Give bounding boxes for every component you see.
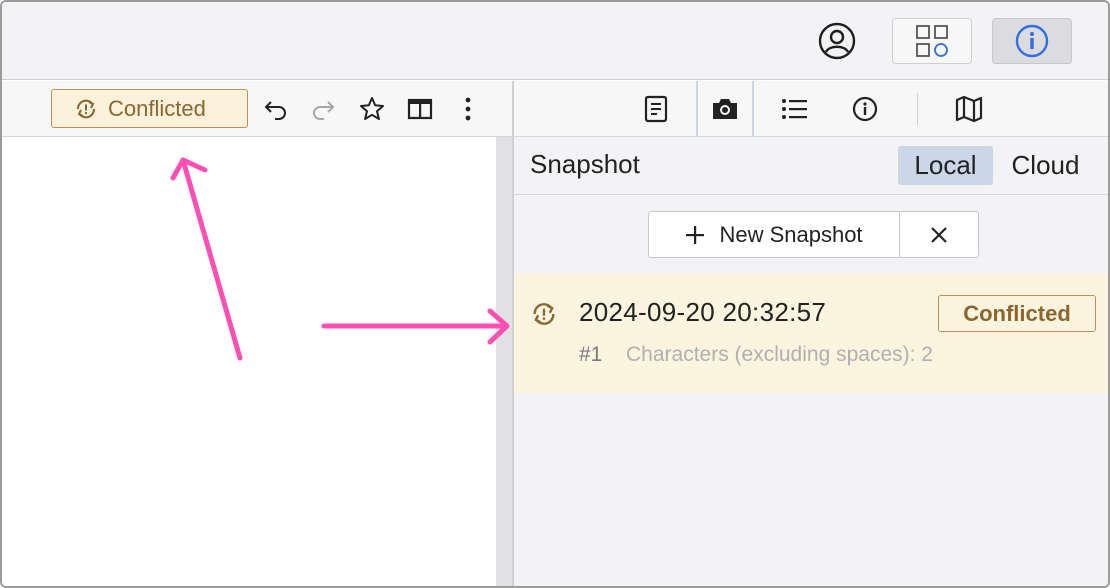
info-icon — [852, 96, 878, 122]
apps-button[interactable] — [892, 18, 972, 64]
split-view-button[interactable] — [402, 91, 438, 127]
redo-button[interactable] — [305, 91, 341, 127]
plus-icon — [686, 225, 705, 244]
snapshot-list-item[interactable]: 2024-09-20 20:32:57 Conflicted #1 Charac… — [514, 273, 1108, 393]
sidebar-tab-outline[interactable] — [766, 81, 824, 137]
document-icon — [644, 95, 668, 123]
tab-local[interactable]: Local — [898, 146, 993, 185]
app-window: Conflicted Snapshot Local Cloud New Snap… — [0, 0, 1110, 588]
split-view-icon — [407, 98, 433, 120]
close-icon — [931, 226, 947, 243]
sidebar-toolbar — [514, 81, 1108, 137]
sidebar-tab-map[interactable] — [940, 81, 998, 137]
new-snapshot-label: New Snapshot — [719, 221, 863, 247]
snapshot-number: #1 — [579, 343, 603, 366]
conflicted-status-button[interactable]: Conflicted — [51, 89, 248, 128]
snapshot-status-icon-wrap — [530, 300, 558, 333]
snapshot-character-count: Characters (excluding spaces): 2 — [626, 343, 933, 366]
user-circle-icon — [818, 22, 856, 60]
map-icon — [955, 95, 983, 123]
editor-toolbar: Conflicted — [2, 81, 512, 137]
tab-cloud[interactable]: Cloud — [998, 146, 1093, 185]
snapshot-timestamp: 2024-09-20 20:32:57 — [579, 297, 827, 327]
sidebar-tab-info[interactable] — [836, 81, 894, 137]
redo-icon — [313, 101, 335, 120]
panel-title: Snapshot — [530, 149, 640, 179]
undo-icon — [264, 101, 286, 120]
camera-icon — [713, 99, 737, 119]
sync-alert-icon — [533, 303, 555, 325]
list-icon — [782, 99, 807, 119]
more-vertical-icon — [465, 97, 471, 121]
star-icon — [360, 97, 384, 120]
info-icon — [1015, 24, 1049, 58]
apps-grid-icon — [916, 25, 948, 57]
toolbar-separator — [917, 93, 918, 125]
conflicted-status-label: Conflicted — [108, 95, 206, 121]
panel-header-divider — [514, 194, 1108, 195]
close-snapshot-button[interactable] — [899, 211, 979, 258]
undo-button[interactable] — [258, 91, 294, 127]
top-bar — [2, 2, 1108, 80]
account-button[interactable] — [808, 18, 866, 64]
pane-resize-handle[interactable] — [496, 137, 512, 586]
info-button[interactable] — [992, 18, 1072, 64]
sync-alert-icon — [77, 99, 95, 118]
snapshot-panel: Snapshot Local Cloud New Snapshot 2024-0… — [514, 137, 1108, 586]
sidebar-tab-snapshot[interactable] — [696, 81, 754, 137]
more-options-button[interactable] — [450, 91, 486, 127]
sidebar-tab-document[interactable] — [627, 81, 685, 137]
snapshot-conflicted-badge[interactable]: Conflicted — [938, 295, 1096, 332]
new-snapshot-button[interactable]: New Snapshot — [648, 211, 900, 258]
favorite-button[interactable] — [354, 91, 390, 127]
editor-content-area[interactable] — [2, 137, 496, 586]
